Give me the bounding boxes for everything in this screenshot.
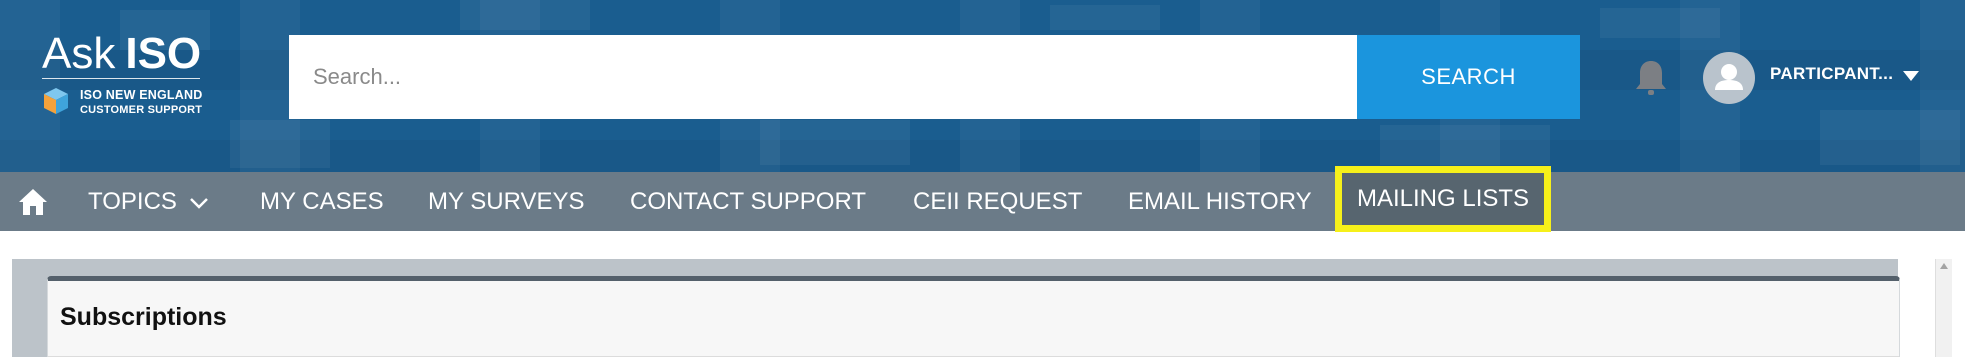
main-nav: TOPICS MY CASES MY SURVEYS CONTACT SUPPO… (0, 166, 1965, 232)
nav-ceii-request[interactable]: CEII REQUEST (913, 172, 1082, 231)
nav-mailing-lists[interactable]: MAILING LISTS (1335, 166, 1552, 232)
nav-topics-label: TOPICS (88, 188, 177, 215)
search-button[interactable]: SEARCH (1357, 35, 1580, 119)
page-title: Subscriptions (60, 303, 227, 331)
nav-my-cases[interactable]: MY CASES (260, 172, 384, 231)
header-pattern-tile (1380, 125, 1550, 165)
nav-email-history[interactable]: EMAIL HISTORY (1128, 172, 1312, 231)
subscriptions-card: Subscriptions (47, 276, 1900, 357)
logo-title: Ask ISO (42, 32, 201, 76)
logo-subtitle-line1: ISO NEW ENGLAND (80, 88, 203, 102)
logo-word-ask: Ask (42, 29, 116, 78)
nav-contact-support[interactable]: CONTACT SUPPORT (630, 172, 866, 231)
scroll-up-arrow-icon[interactable] (1939, 262, 1949, 270)
search-input[interactable] (289, 35, 1357, 119)
header-pattern-tile (760, 120, 910, 165)
vertical-scrollbar[interactable] (1935, 259, 1952, 357)
avatar[interactable] (1703, 52, 1755, 104)
header-pattern-tile (460, 0, 590, 30)
header-pattern-tile (1820, 110, 1960, 165)
header-pattern-tile (1050, 5, 1160, 30)
home-icon[interactable] (18, 188, 48, 216)
bell-icon[interactable] (1633, 58, 1669, 98)
header-pattern-tile (1600, 8, 1720, 38)
logo-divider (42, 78, 200, 79)
site-header: Ask ISO ISO NEW ENGLAND CUSTOMER SUPPORT … (0, 0, 1965, 172)
logo-word-iso: ISO (125, 29, 202, 78)
chevron-down-icon (190, 197, 208, 209)
user-name[interactable]: PARTICPANT... (1770, 64, 1893, 84)
ask-iso-logo[interactable]: Ask ISO ISO NEW ENGLAND CUSTOMER SUPPORT (40, 28, 210, 128)
logo-subtitle-line2: CUSTOMER SUPPORT (80, 104, 203, 116)
header-pattern-tile (230, 120, 330, 168)
user-silhouette-icon (1715, 64, 1743, 90)
nav-my-surveys[interactable]: MY SURVEYS (428, 172, 585, 231)
caret-down-icon[interactable] (1902, 70, 1920, 82)
nav-topics[interactable]: TOPICS (88, 172, 209, 231)
iso-cube-icon (44, 88, 68, 114)
